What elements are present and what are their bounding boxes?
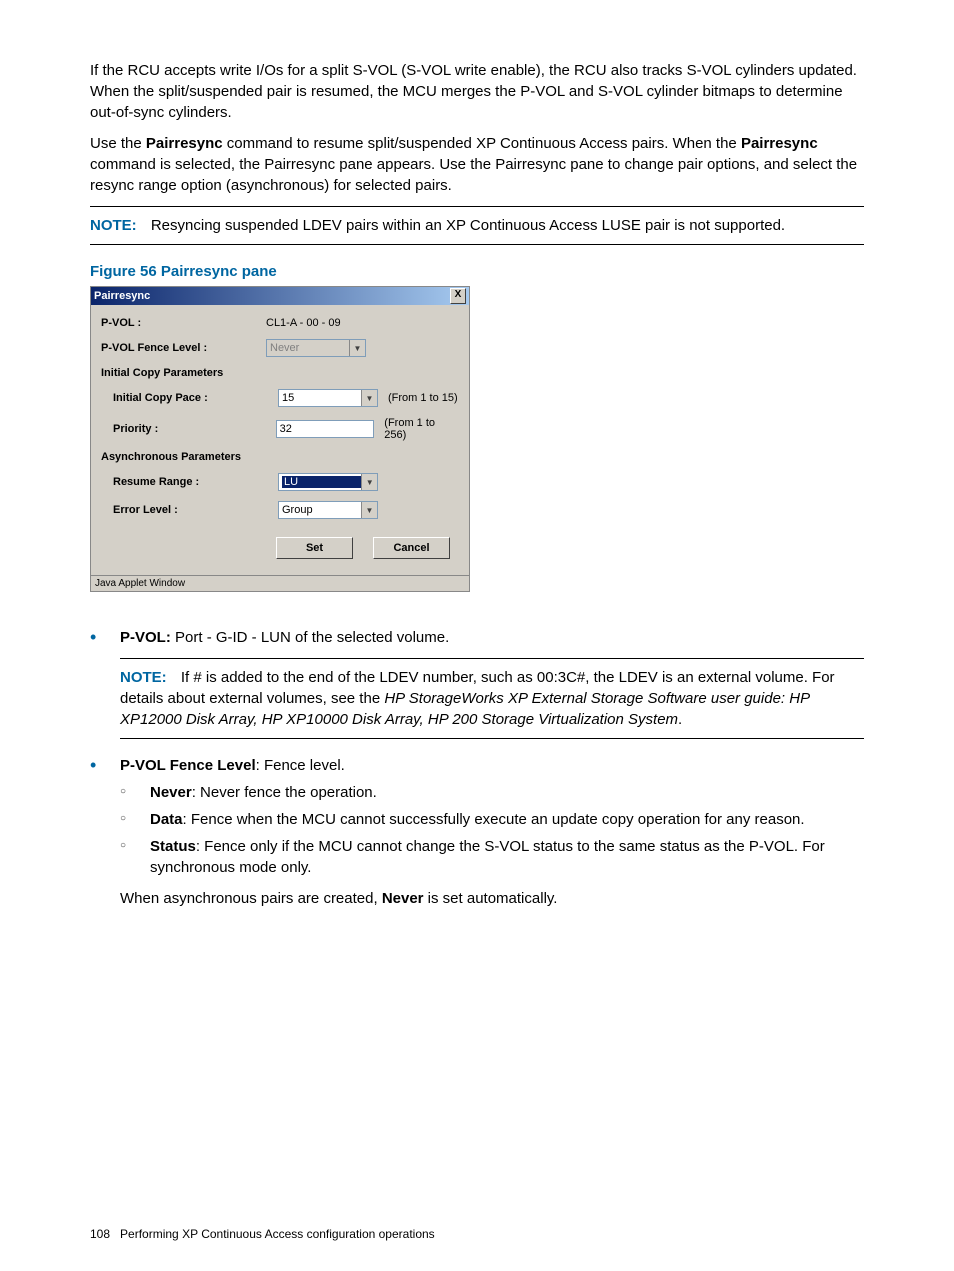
pairresync-pane: Pairresync X P-VOL : CL1-A - 00 - 09 P-V… bbox=[90, 286, 470, 592]
strong: Pairresync bbox=[146, 135, 223, 152]
note-label: NOTE: bbox=[90, 217, 137, 234]
fence-level-select[interactable]: Never ▼ bbox=[266, 339, 366, 357]
note-label: NOTE: bbox=[120, 669, 167, 686]
text: command is selected, the Pairresync pane… bbox=[90, 156, 857, 194]
error-level-label: Error Level : bbox=[101, 504, 278, 516]
text: is set automatically. bbox=[424, 890, 558, 907]
strong: Pairresync bbox=[741, 135, 818, 152]
pane-body: P-VOL : CL1-A - 00 - 09 P-VOL Fence Leve… bbox=[91, 305, 469, 575]
initial-copy-pace-hint: (From 1 to 15) bbox=[388, 392, 458, 404]
priority-value: 32 bbox=[280, 423, 292, 435]
fence-level-value: Never bbox=[270, 342, 299, 354]
list-item: • P-VOL Fence Level: Fence level. ○Never… bbox=[90, 755, 864, 909]
page-footer: 108 Performing XP Continuous Access conf… bbox=[90, 1227, 435, 1241]
section-initial-copy: Initial Copy Parameters bbox=[101, 367, 459, 379]
note-block: NOTE: If # is added to the end of the LD… bbox=[120, 658, 864, 739]
strong: Data bbox=[150, 811, 183, 828]
priority-hint: (From 1 to 256) bbox=[384, 417, 459, 441]
text: : Fence only if the MCU cannot change th… bbox=[150, 838, 825, 876]
section-async: Asynchronous Parameters bbox=[101, 451, 459, 463]
note-block: NOTE: Resyncing suspended LDEV pairs wit… bbox=[90, 206, 864, 245]
strong: Never bbox=[150, 784, 192, 801]
fence-level-label: P-VOL Fence Level : bbox=[101, 342, 266, 354]
paragraph: If the RCU accepts write I/Os for a spli… bbox=[90, 60, 864, 123]
paragraph: Use the Pairresync command to resume spl… bbox=[90, 133, 864, 196]
text: Port - G-ID - LUN of the selected volume… bbox=[171, 629, 449, 646]
cancel-button[interactable]: Cancel bbox=[373, 537, 450, 559]
pane-title-text: Pairresync bbox=[94, 290, 150, 302]
bullet-icon: ○ bbox=[120, 809, 150, 830]
strong: Never bbox=[382, 890, 424, 907]
bullet-icon: ○ bbox=[120, 782, 150, 803]
paragraph: When asynchronous pairs are created, Nev… bbox=[120, 888, 864, 909]
bullet-icon: • bbox=[90, 755, 120, 909]
chevron-down-icon: ▼ bbox=[361, 390, 377, 406]
pane-status-bar: Java Applet Window bbox=[91, 575, 469, 591]
bullet-list: • P-VOL: Port - G-ID - LUN of the select… bbox=[90, 627, 864, 909]
text: : Fence when the MCU cannot successfully… bbox=[183, 811, 805, 828]
strong: P-VOL Fence Level bbox=[120, 757, 256, 774]
initial-copy-pace-label: Initial Copy Pace : bbox=[101, 392, 278, 404]
error-level-value: Group bbox=[282, 504, 313, 516]
bullet-icon: • bbox=[90, 627, 120, 749]
resume-range-label: Resume Range : bbox=[101, 476, 278, 488]
text: . bbox=[678, 711, 682, 728]
chevron-down-icon: ▼ bbox=[361, 474, 377, 490]
figure-caption: Figure 56 Pairresync pane bbox=[90, 263, 864, 280]
pane-title-bar: Pairresync X bbox=[91, 287, 469, 305]
chevron-down-icon: ▼ bbox=[361, 502, 377, 518]
initial-copy-pace-value: 15 bbox=[282, 392, 294, 404]
error-level-select[interactable]: Group ▼ bbox=[278, 501, 378, 519]
resume-range-value: LU bbox=[282, 476, 361, 488]
chevron-down-icon: ▼ bbox=[349, 340, 365, 356]
text: : Fence level. bbox=[256, 757, 345, 774]
text: command to resume split/suspended XP Con… bbox=[223, 135, 741, 152]
list-item: ○Data: Fence when the MCU cannot success… bbox=[120, 809, 864, 830]
initial-copy-pace-input[interactable]: 15 ▼ bbox=[278, 389, 378, 407]
set-button[interactable]: Set bbox=[276, 537, 353, 559]
text: Use the bbox=[90, 135, 146, 152]
footer-text: Performing XP Continuous Access configur… bbox=[120, 1227, 435, 1241]
pvol-value: CL1-A - 00 - 09 bbox=[266, 317, 341, 329]
text: : Never fence the operation. bbox=[192, 784, 377, 801]
list-item: ○Status: Fence only if the MCU cannot ch… bbox=[120, 836, 864, 878]
text: When asynchronous pairs are created, bbox=[120, 890, 382, 907]
priority-input[interactable]: 32 bbox=[276, 420, 375, 438]
page-number: 108 bbox=[90, 1227, 110, 1241]
strong: P-VOL: bbox=[120, 629, 171, 646]
close-button[interactable]: X bbox=[450, 288, 466, 304]
strong: Status bbox=[150, 838, 196, 855]
note-text: Resyncing suspended LDEV pairs within an… bbox=[151, 217, 785, 234]
list-item: ○Never: Never fence the operation. bbox=[120, 782, 864, 803]
pvol-label: P-VOL : bbox=[101, 317, 266, 329]
resume-range-select[interactable]: LU ▼ bbox=[278, 473, 378, 491]
priority-label: Priority : bbox=[101, 423, 276, 435]
bullet-icon: ○ bbox=[120, 836, 150, 878]
list-item: • P-VOL: Port - G-ID - LUN of the select… bbox=[90, 627, 864, 749]
